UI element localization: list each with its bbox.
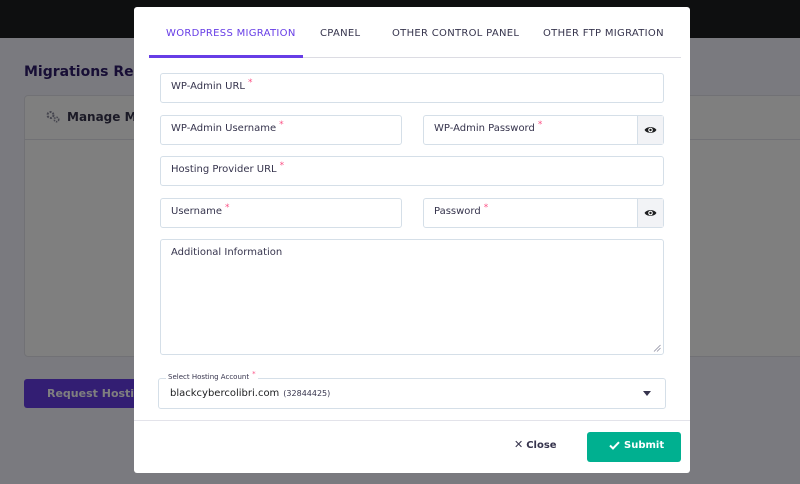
resize-handle-icon[interactable] xyxy=(653,344,661,352)
modal-footer: ✕ Close Submit xyxy=(134,420,690,473)
tab-wordpress-migration[interactable]: WORDPRESS MIGRATION xyxy=(166,28,296,39)
eye-icon xyxy=(644,210,657,216)
wp-admin-username-field[interactable]: WP-Admin Username * xyxy=(160,115,402,145)
caret-down-icon xyxy=(643,391,651,396)
password-label: Password * xyxy=(434,203,489,217)
additional-information-label: Additional Information xyxy=(171,247,283,258)
x-icon: ✕ xyxy=(514,438,524,451)
hosting-account-selected-value: blackcybercolibri.com (32844425) xyxy=(170,388,331,399)
wp-admin-username-label: WP-Admin Username * xyxy=(171,120,284,134)
check-icon xyxy=(609,441,620,450)
close-button[interactable]: ✕ Close xyxy=(514,438,557,451)
hosting-account-label: Select Hosting Account * xyxy=(166,370,258,381)
hosting-provider-url-label: Hosting Provider URL * xyxy=(171,161,285,175)
password-toggle[interactable] xyxy=(637,199,663,227)
migration-type-tabs: WORDPRESS MIGRATION CPANEL OTHER CONTROL… xyxy=(149,17,681,58)
tab-other-ftp-migration[interactable]: OTHER FTP MIGRATION xyxy=(543,28,664,39)
wp-admin-password-toggle[interactable] xyxy=(637,116,663,144)
password-field[interactable]: Password * xyxy=(423,198,664,228)
wp-admin-url-field[interactable]: WP-Admin URL * xyxy=(160,73,664,103)
wp-admin-url-label: WP-Admin URL * xyxy=(171,78,253,92)
wp-admin-password-label: WP-Admin Password * xyxy=(434,120,543,134)
submit-button-label: Submit xyxy=(624,440,665,451)
hosting-provider-url-field[interactable]: Hosting Provider URL * xyxy=(160,156,664,186)
username-label: Username * xyxy=(171,203,230,217)
tab-cpanel[interactable]: CPANEL xyxy=(320,28,360,39)
hosting-account-select[interactable]: Select Hosting Account * blackcybercolibr… xyxy=(158,370,666,409)
eye-icon xyxy=(644,127,657,133)
migration-request-modal: WORDPRESS MIGRATION CPANEL OTHER CONTROL… xyxy=(134,7,690,473)
tab-other-control-panel[interactable]: OTHER CONTROL PANEL xyxy=(392,28,519,39)
submit-button[interactable]: Submit xyxy=(587,432,681,462)
active-tab-indicator xyxy=(149,55,303,58)
username-field[interactable]: Username * xyxy=(160,198,402,228)
wp-admin-password-field[interactable]: WP-Admin Password * xyxy=(423,115,664,145)
additional-information-textarea[interactable]: Additional Information xyxy=(160,239,664,355)
